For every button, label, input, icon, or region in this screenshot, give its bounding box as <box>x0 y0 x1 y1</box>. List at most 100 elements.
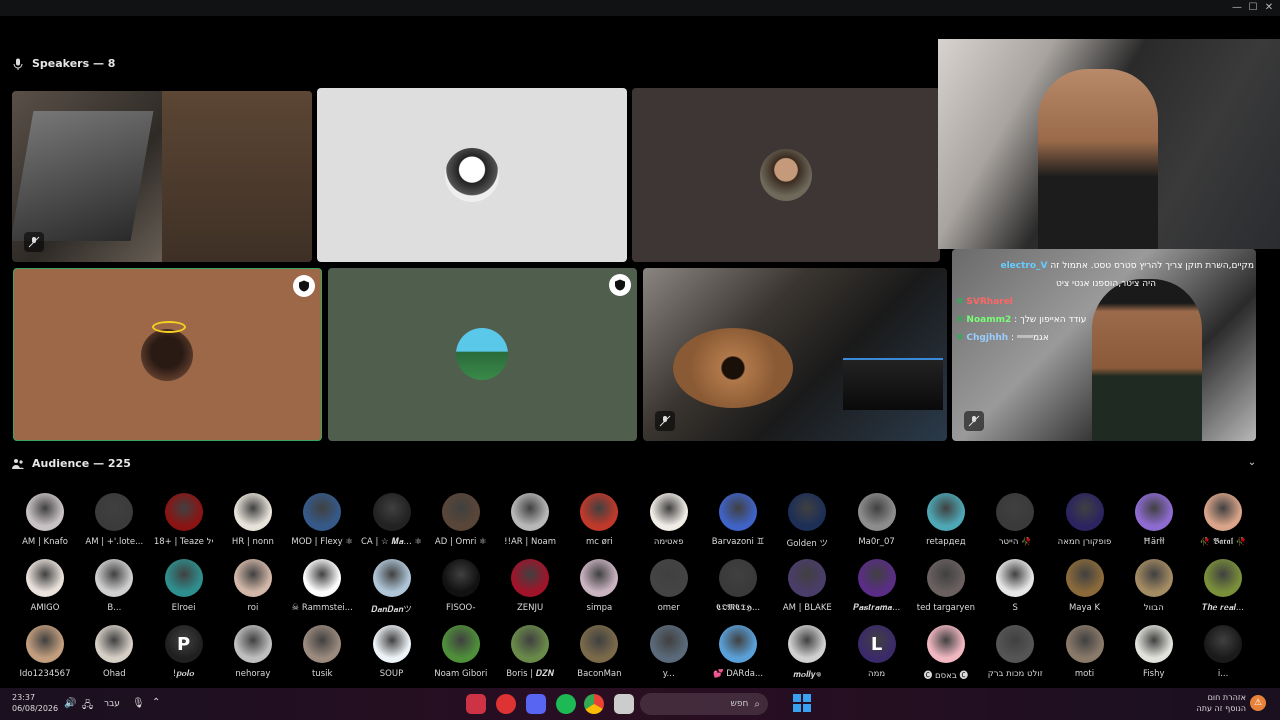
weather-widget[interactable]: אזהרת חום הנוסף זה עתה <box>1197 692 1247 714</box>
audience-member[interactable]: 🅒 באסם 🅒 <box>913 625 979 681</box>
speaker-tile-stream-chat[interactable]: מקיים,השרת תוקן צריך להריץ סטרס טסט. אתמ… <box>952 249 1256 441</box>
audience-member[interactable]: roi <box>220 559 286 613</box>
audience-member[interactable]: פאטימה <box>636 493 702 547</box>
speaker-tile-acoustic-video[interactable] <box>643 268 947 441</box>
chrome-app-icon[interactable] <box>584 694 604 714</box>
speaker-tile-green[interactable] <box>328 268 637 441</box>
audience-member[interactable]: Fishy <box>1121 625 1187 679</box>
audience-member-name: FISOO- <box>446 603 476 613</box>
audience-member[interactable]: P !𝒑𝒐𝒍𝒐 <box>151 625 217 679</box>
audience-member[interactable]: Elroei <box>151 559 217 613</box>
audience-member[interactable]: tusik <box>289 625 355 679</box>
audience-member[interactable]: S <box>982 559 1048 613</box>
audience-member[interactable]: AM | +'.lote... <box>81 493 147 547</box>
avatar: L <box>857 625 896 663</box>
audience-member[interactable]: L ממה <box>844 625 910 679</box>
audience-member[interactable]: moti <box>1052 625 1118 679</box>
speaker-tile-guitar-video[interactable] <box>12 91 312 262</box>
audience-member[interactable]: 18+ | Teaze יל <box>151 493 217 547</box>
audience-member[interactable]: 𝒎𝒐𝒍𝒍𝒚𖦹 <box>774 625 840 680</box>
audience-member[interactable]: AD | Omri ⚛ <box>428 493 494 547</box>
windows-start-icon[interactable] <box>793 694 811 712</box>
audience-member[interactable]: Maya K <box>1052 559 1118 613</box>
audience-member[interactable]: mc øri <box>566 493 632 547</box>
audience-member[interactable]: Barvazoni ♊ <box>705 493 771 547</box>
audience-member[interactable]: ☠ Rammstei... <box>289 559 355 613</box>
audience-member[interactable]: AM | Knafo <box>12 493 78 547</box>
audience-member[interactable]: Ħärłł <box>1121 493 1187 547</box>
audience-member-name: !𝒑𝒐𝒍𝒐 <box>172 669 195 679</box>
audience-member[interactable]: Boris | 𝑫𝒁𝑵 <box>497 625 563 679</box>
avatar <box>95 625 134 663</box>
speaker-tile-dark[interactable] <box>632 88 940 262</box>
audience-member[interactable]: 𝕮𝕺𝕸𝕮𝕿𝕳... <box>705 559 771 613</box>
chat-line: ✖ Noamm2 : עודד האייפון שלך <box>956 315 1087 325</box>
audience-member-name: Ħärłł <box>1143 537 1165 547</box>
audience-member[interactable]: AMIGO <box>12 559 78 613</box>
file-explorer-icon[interactable] <box>614 694 634 714</box>
audience-member[interactable]: הייטר 🥀 <box>982 493 1048 547</box>
close-icon[interactable]: ✕ <box>1262 2 1276 14</box>
audience-member[interactable]: 𝑷𝒂𝒔𝒕𝒓𝒂𝒎𝒂... <box>844 559 910 613</box>
audience-member[interactable]: Ma0r_07 <box>844 493 910 547</box>
audience-member[interactable]: SOUP <box>359 625 425 679</box>
mic-tray-icon[interactable]: 🎙 <box>132 698 145 709</box>
audience-member-name: mc øri <box>586 537 613 547</box>
steam-app-icon[interactable] <box>466 694 486 714</box>
magnet-app-icon[interactable] <box>496 694 516 714</box>
clock[interactable]: 23:37 06/08/2026 <box>12 692 58 714</box>
audience-member-name: Maya K <box>1068 603 1101 613</box>
audience-member-name: Ido1234567 <box>19 669 71 679</box>
audience-member[interactable]: Golden ツ <box>774 493 840 549</box>
language-indicator[interactable]: עבר <box>104 699 120 709</box>
audience-member[interactable]: פופקורן חמאה <box>1052 493 1118 547</box>
audience-member[interactable]: retардед <box>913 493 979 547</box>
search-box[interactable]: חפש ⌕ <box>640 693 768 715</box>
audience-member[interactable]: Ido1234567 <box>12 625 78 679</box>
chat-line: ✖ Chgjhhh : אגמיייייייי <box>956 333 1049 343</box>
avatar <box>926 493 965 531</box>
avatar <box>511 493 550 531</box>
spotify-app-icon[interactable] <box>556 694 576 714</box>
audience-member[interactable]: זולט מכות ברק <box>982 625 1048 679</box>
audience-member-name: 𝑷𝒂𝒔𝒕𝒓𝒂𝒎𝒂... <box>852 603 901 613</box>
audience-member[interactable]: B... <box>81 559 147 613</box>
audience-member[interactable]: !!AR | Noam <box>497 493 563 547</box>
network-tray-icon[interactable]: 🖧 <box>82 698 93 715</box>
audience-member[interactable]: ZENJU <box>497 559 563 613</box>
taskbar: 23:37 06/08/2026 🔊 🖧 עבר 🎙 ⌃ חפש ⌕ אזהרת… <box>0 688 1280 720</box>
speaker-tile-active[interactable] <box>13 268 322 441</box>
microphone-icon <box>13 58 23 70</box>
audience-member[interactable]: 𝑻𝒉𝒆 𝒓𝒆𝒂𝒍... <box>1190 559 1256 613</box>
discord-app-icon[interactable] <box>526 694 546 714</box>
audience-member[interactable]: הבוול <box>1121 559 1187 613</box>
audience-member[interactable]: y... <box>636 625 702 679</box>
speaker-tray-icon[interactable]: 🔊 <box>64 698 76 709</box>
avatar <box>1204 625 1243 663</box>
maximize-icon[interactable]: ☐ <box>1246 2 1260 14</box>
audience-member[interactable]: BaconMan <box>566 625 632 679</box>
audience-member[interactable]: nehoray <box>220 625 286 679</box>
audience-member[interactable]: omer <box>636 559 702 613</box>
audience-member[interactable]: i... <box>1190 625 1256 679</box>
audience-member-name: 18+ | Teaze יל <box>153 537 214 547</box>
speaker-tile-light[interactable] <box>317 88 627 262</box>
collapse-chevron-icon[interactable]: ⌄ <box>1245 457 1259 471</box>
audience-member[interactable]: CA | ☆ 𝑴𝒂... ⚛ <box>359 493 425 547</box>
audience-member[interactable]: MOD | Flexy ⚛ <box>289 493 355 547</box>
audience-member-name: nehoray <box>235 669 271 679</box>
speaker-avatar <box>456 328 508 380</box>
audience-member[interactable]: 🥀 𝕭𝖆𝖗𝖆𝖑 🥀 <box>1190 493 1256 547</box>
audience-member[interactable]: Ohad <box>81 625 147 679</box>
audience-member[interactable]: simpa <box>566 559 632 613</box>
minimize-icon[interactable]: — <box>1230 2 1244 14</box>
audience-member[interactable]: FISOO- <box>428 559 494 613</box>
audience-member-name: ted targaryen <box>916 603 976 613</box>
audience-member[interactable]: Noam Gibori <box>428 625 494 679</box>
audience-member[interactable]: 𝑫𝒂𝒏𝑫𝒂𝒏ツ <box>359 559 425 615</box>
audience-member[interactable]: 💕 DARda... <box>705 625 771 679</box>
tray-chevron-up-icon[interactable]: ⌃ <box>152 697 160 708</box>
audience-member[interactable]: ted targaryen <box>913 559 979 613</box>
audience-member[interactable]: AM | BLAKE <box>774 559 840 613</box>
audience-member[interactable]: HR | nonn <box>220 493 286 547</box>
